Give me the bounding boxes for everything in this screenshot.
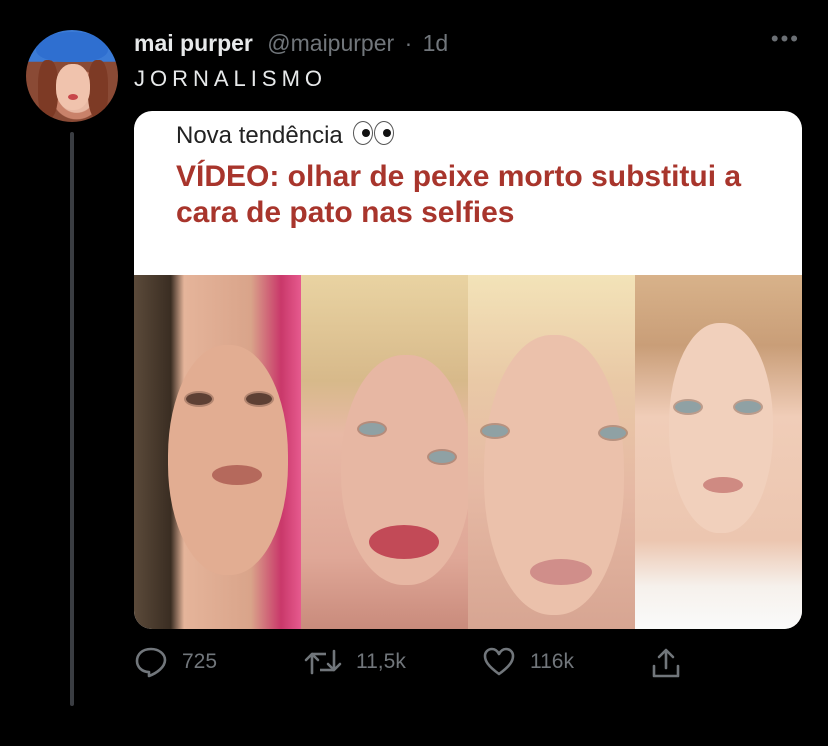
heart-icon: [483, 647, 515, 676]
reply-button[interactable]: 725: [134, 646, 217, 678]
avatar-hat: [36, 32, 108, 62]
selfie-photo-2: [301, 275, 468, 629]
avatar-mouth: [68, 94, 78, 100]
separator: ·: [404, 30, 413, 56]
like-count: 116k: [530, 650, 574, 673]
avatar-face: [56, 64, 90, 110]
tweet-text: JORNALISMO: [134, 66, 328, 91]
tweet-header: mai purper @maipurper · 1d: [134, 30, 448, 57]
share-button[interactable]: [650, 646, 682, 680]
card-kicker: Nova tendência: [176, 121, 395, 152]
reply-icon: [135, 647, 167, 678]
reply-count: 725: [182, 650, 218, 673]
share-icon: [652, 648, 680, 678]
photo-collage: [134, 275, 802, 629]
selfie-photo-3: [468, 275, 635, 629]
avatar-hair: [38, 60, 58, 118]
author-name[interactable]: mai purper: [134, 30, 253, 56]
eyes-icon: [353, 121, 395, 152]
thread-line: [70, 132, 74, 706]
tweet-actions: 725 11,5k 116k: [134, 646, 694, 680]
avatar[interactable]: [26, 30, 118, 122]
avatar-hair: [88, 60, 108, 118]
card-headline: VÍDEO: olhar de peixe morto substitui a …: [176, 160, 742, 229]
like-button[interactable]: 116k: [482, 646, 574, 678]
author-handle[interactable]: @maipurper: [267, 30, 394, 56]
selfie-photo-4: [635, 275, 802, 629]
more-options-icon[interactable]: •••: [771, 26, 800, 52]
retweet-button[interactable]: 11,5k: [304, 646, 406, 678]
kicker-text: Nova tendência: [176, 121, 343, 149]
selfie-photo-1: [134, 275, 301, 629]
timestamp[interactable]: 1d: [423, 30, 449, 56]
retweet-count: 11,5k: [356, 650, 406, 673]
retweet-icon: [304, 649, 342, 675]
link-card[interactable]: Nova tendência VÍDEO: olhar de peixe mor…: [134, 111, 802, 629]
